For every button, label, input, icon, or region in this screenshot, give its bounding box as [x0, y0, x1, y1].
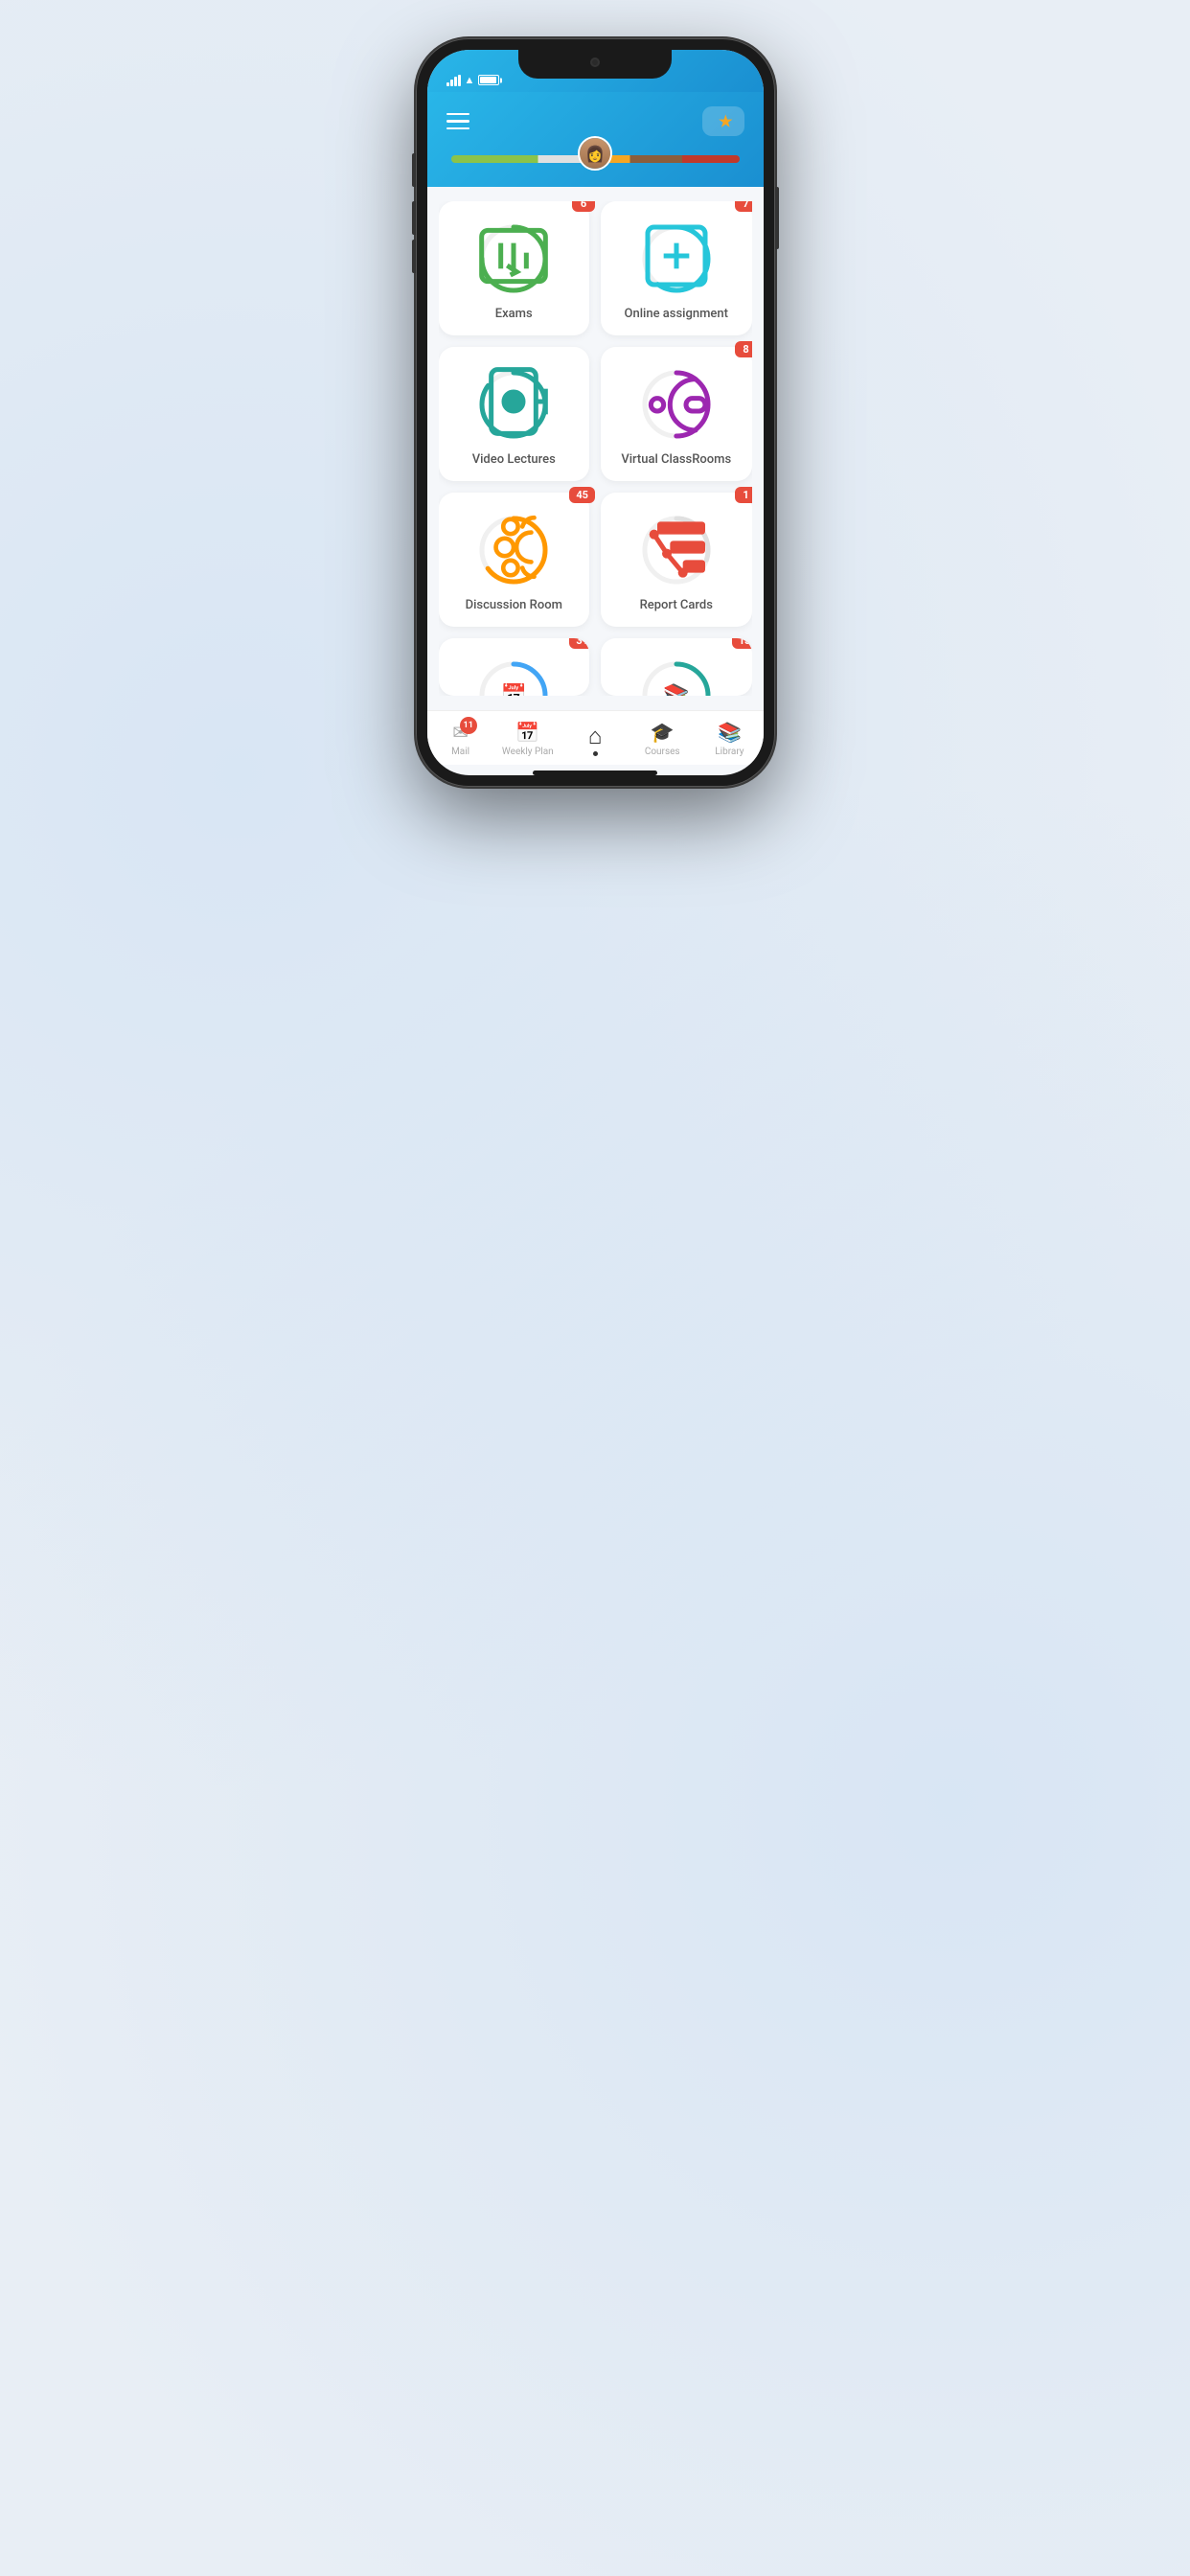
courses-icon: 🎓	[651, 721, 675, 744]
card-discussion-room[interactable]: 45 Discussion Room	[439, 493, 590, 627]
avatar-face: 👩	[580, 138, 610, 169]
bottom-nav: 11✉Mail 📅 Weekly Plan ⌂ 🎓 Courses 📚 Library	[427, 710, 764, 765]
card-online-assignment[interactable]: 7 Online assignment	[601, 201, 752, 335]
badge-discussion-room: 45	[569, 487, 595, 503]
home-indicator	[533, 770, 657, 775]
card-icon-exams	[475, 218, 552, 300]
card-video-lectures[interactable]: Video Lectures	[439, 347, 590, 481]
card-icon-online-assignment	[638, 218, 715, 300]
ring-report-cards	[638, 512, 715, 588]
signal-icon	[446, 75, 461, 86]
home-dot	[593, 751, 598, 756]
phone-frame: ▲ ★	[416, 38, 775, 787]
card-icon-report-cards	[638, 509, 715, 591]
nav-item-mail[interactable]: 11✉Mail	[427, 721, 494, 757]
badge-report-cards: 1	[735, 487, 752, 503]
notch	[518, 50, 672, 79]
card-label-virtual-classrooms: Virtual ClassRooms	[621, 452, 731, 467]
card-label-online-assignment: Online assignment	[625, 307, 728, 321]
home-icon: ⌂	[588, 723, 603, 750]
status-bar: ▲	[427, 50, 764, 92]
nav-label-courses: Courses	[645, 747, 680, 757]
nav-label-weekly-plan: Weekly Plan	[502, 747, 554, 757]
battery-icon	[478, 75, 501, 85]
phone-screen: ▲ ★	[427, 50, 764, 775]
nav-item-home[interactable]: ⌂	[561, 723, 629, 756]
status-icons: ▲	[446, 74, 502, 86]
nav-label-mail: Mail	[451, 747, 469, 757]
badge-virtual-classrooms: 8	[735, 341, 752, 357]
ring-video-lectures	[475, 366, 552, 443]
hamburger-menu[interactable]	[446, 113, 469, 130]
app-header: ★ 👩	[427, 92, 764, 187]
card-label-discussion-room: Discussion Room	[466, 598, 562, 612]
card-virtual-classrooms[interactable]: 8 Virtual ClassRooms	[601, 347, 752, 481]
camera	[590, 58, 600, 67]
card-icon-video-lectures	[475, 363, 552, 446]
badge-online-assignment: 7	[735, 201, 752, 212]
nav-badge-mail: 11	[460, 717, 477, 734]
nav-item-courses[interactable]: 🎓 Courses	[629, 721, 696, 757]
avatar: 👩	[578, 136, 612, 171]
weekly-plan-icon: 📅	[515, 721, 539, 744]
card-report-cards[interactable]: 1 Report Cards	[601, 493, 752, 627]
ring-item8: 📚	[638, 657, 715, 696]
card-icon-discussion-room	[475, 509, 552, 591]
page-wrapper: ▲ ★	[397, 19, 793, 787]
avatar-container: 👩	[578, 136, 612, 172]
ring-discussion-room	[475, 512, 552, 588]
card-icon-virtual-classrooms	[638, 363, 715, 446]
card-item7[interactable]: 31 📅 Item 7	[439, 638, 590, 696]
card-item8[interactable]: 13 📚 Item 8	[601, 638, 752, 696]
badge-item8: 13	[732, 638, 752, 649]
progress-section: 👩	[446, 155, 744, 168]
card-label-report-cards: Report Cards	[640, 598, 713, 612]
badge-exams: 6	[572, 201, 595, 212]
card-icon-item8: 📚	[663, 684, 689, 697]
library-icon: 📚	[718, 721, 742, 744]
scroll-area[interactable]: 6 Exams 7 Online assignment	[439, 201, 752, 696]
ring-virtual-classrooms	[638, 366, 715, 443]
nav-item-weekly-plan[interactable]: 📅 Weekly Plan	[494, 721, 561, 757]
ring-item7: 📅	[475, 657, 552, 696]
card-icon-item7: 📅	[501, 684, 527, 697]
badge-item7: 31	[569, 638, 589, 649]
star-icon: ★	[719, 112, 732, 130]
ring-exams	[475, 220, 552, 297]
card-label-exams: Exams	[495, 307, 533, 321]
nav-label-library: Library	[715, 747, 744, 757]
card-exams[interactable]: 6 Exams	[439, 201, 590, 335]
wifi-icon: ▲	[465, 74, 475, 86]
grid-container: 6 Exams 7 Online assignment	[439, 201, 752, 696]
header-top: ★	[446, 106, 744, 136]
ring-online-assignment	[638, 220, 715, 297]
nav-item-library[interactable]: 📚 Library	[696, 721, 763, 757]
card-label-video-lectures: Video Lectures	[472, 452, 556, 467]
main-content: 6 Exams 7 Online assignment	[427, 187, 764, 710]
rating-badge: ★	[702, 106, 744, 136]
